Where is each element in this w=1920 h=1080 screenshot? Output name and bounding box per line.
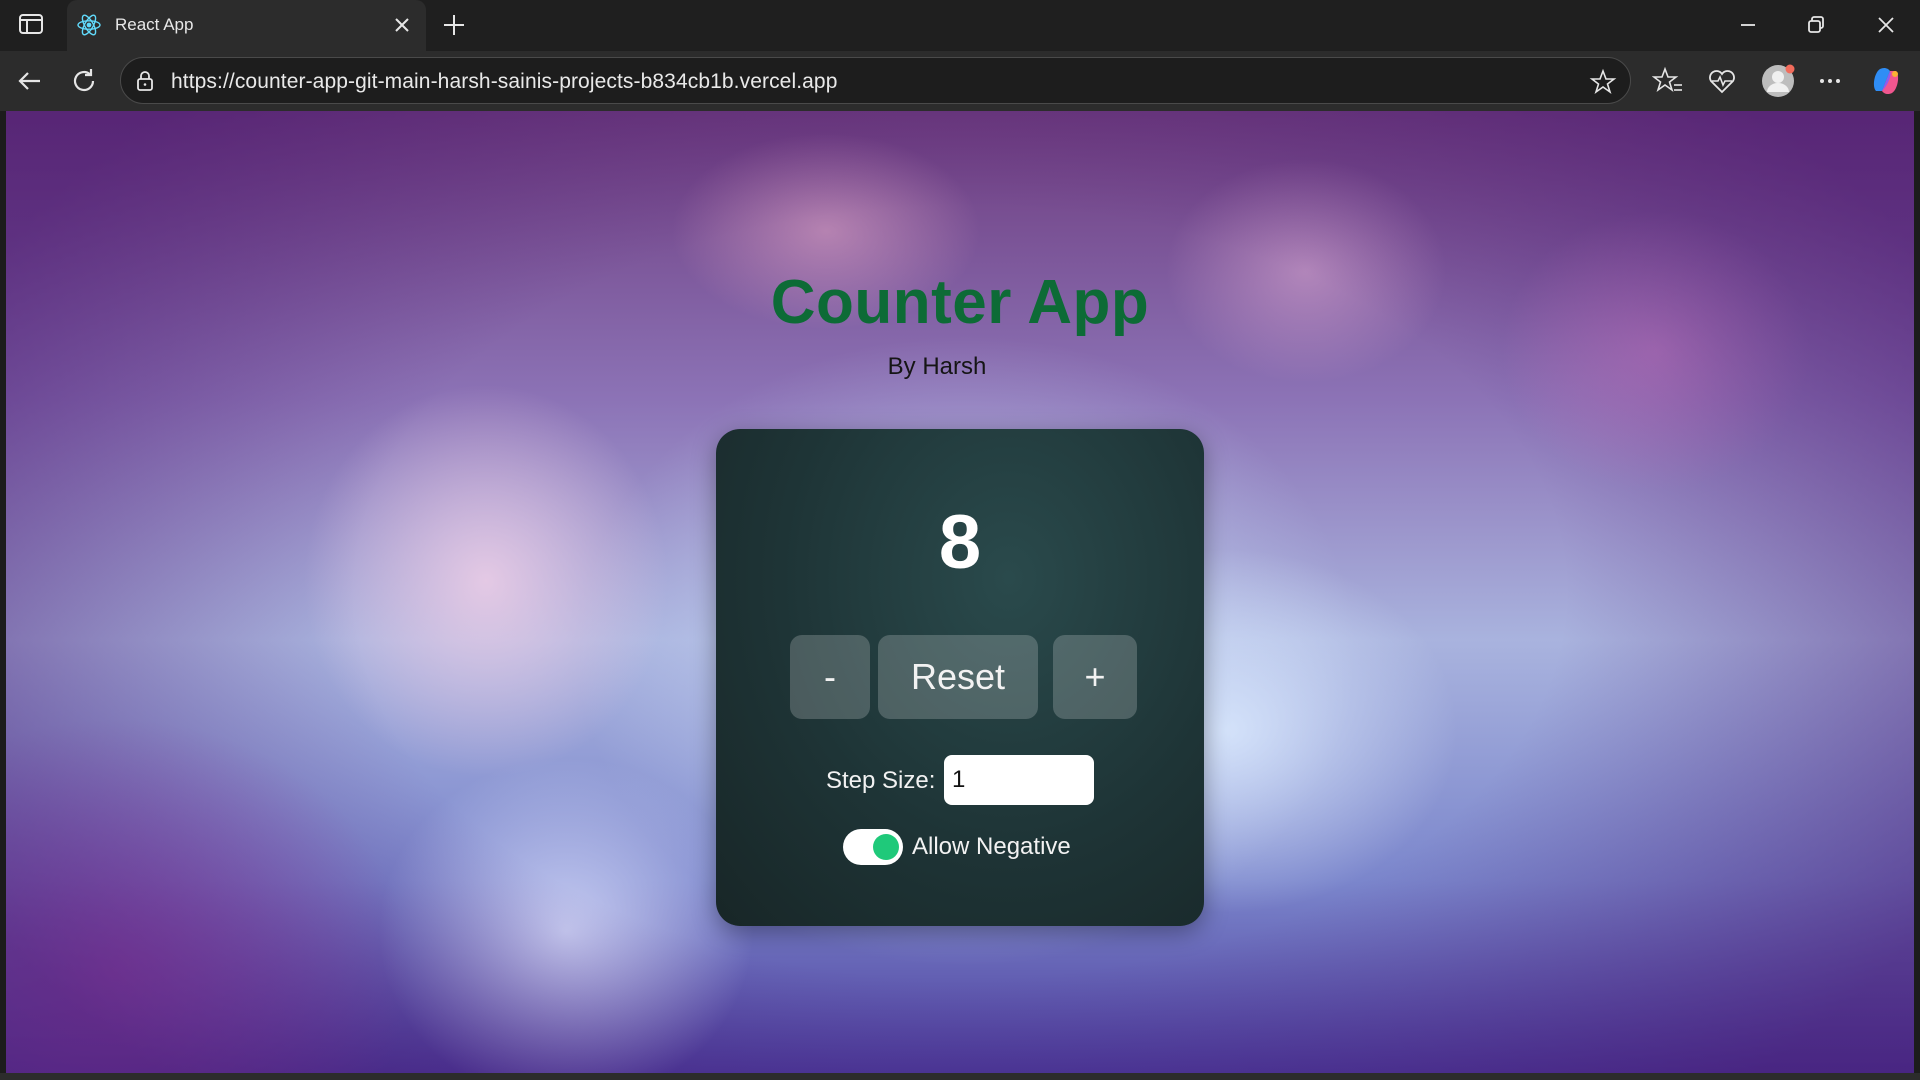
increment-button[interactable]: + [1053, 635, 1137, 719]
allow-negative-toggle[interactable] [843, 829, 903, 865]
browser-toolbar: https://counter-app-git-main-harsh-saini… [0, 51, 1920, 111]
tab-title: React App [115, 15, 194, 34]
react-logo-icon [77, 14, 101, 36]
page-subtitle: By Harsh [887, 353, 987, 380]
toggle-knob [873, 834, 899, 860]
step-size-label: Step Size: [826, 767, 936, 794]
more-options-icon[interactable] [1814, 65, 1846, 97]
browser-tab[interactable]: React App [67, 0, 426, 51]
url-text[interactable]: https://counter-app-git-main-harsh-saini… [171, 70, 838, 94]
minimize-icon[interactable] [1734, 11, 1762, 39]
lock-icon[interactable] [133, 69, 157, 93]
step-size-input[interactable] [944, 755, 1094, 805]
refresh-icon[interactable] [68, 65, 100, 97]
page-viewport: Counter App By Harsh 8 - Reset + Step Si… [6, 111, 1914, 1073]
new-tab-icon[interactable] [440, 11, 468, 39]
counter-card: 8 - Reset + Step Size: Allow Negative [716, 429, 1204, 926]
favorite-star-icon[interactable] [1589, 68, 1617, 96]
favorites-icon[interactable] [1652, 65, 1684, 97]
restore-icon[interactable] [1802, 11, 1830, 39]
reset-button[interactable]: Reset [878, 635, 1038, 719]
browser-essentials-icon[interactable] [1706, 65, 1738, 97]
counter-value: 8 [938, 500, 982, 585]
profile-avatar-icon[interactable] [1760, 63, 1796, 99]
decrement-button[interactable]: - [790, 635, 870, 719]
copilot-icon[interactable] [1868, 63, 1904, 99]
close-window-icon[interactable] [1872, 11, 1900, 39]
bottom-edge [0, 1073, 1920, 1080]
back-icon[interactable] [14, 65, 46, 97]
page-title: Counter App [770, 268, 1150, 337]
browser-titlebar: React App [0, 0, 1920, 51]
address-bar[interactable]: https://counter-app-git-main-harsh-saini… [120, 57, 1631, 104]
allow-negative-label: Allow Negative [912, 833, 1071, 860]
close-tab-icon[interactable] [391, 14, 413, 36]
sidebar-toggle-icon[interactable] [18, 13, 44, 35]
